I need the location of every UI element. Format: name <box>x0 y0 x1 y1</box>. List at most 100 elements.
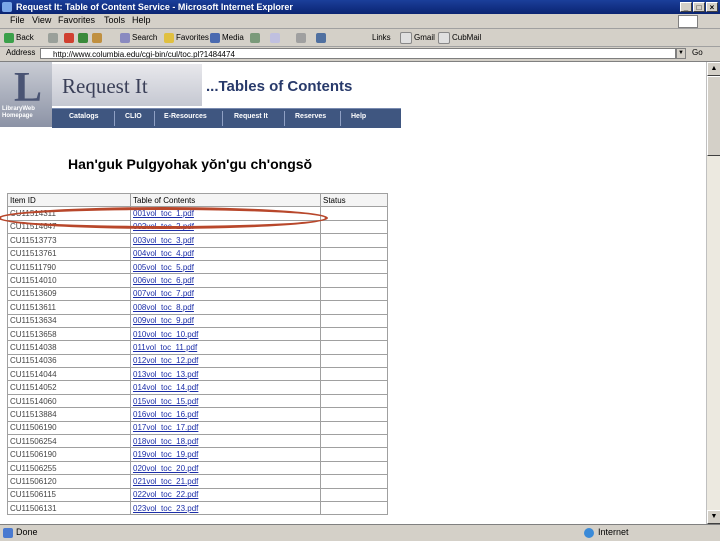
windows-flag-icon <box>678 15 698 28</box>
links-button[interactable]: Links <box>372 31 391 44</box>
toc-pdf-link[interactable]: 013vol_toc_13.pdf <box>133 370 198 379</box>
mail-button[interactable] <box>270 31 282 44</box>
toc-pdf-link[interactable]: 014vol_toc_14.pdf <box>133 383 198 392</box>
stop-button[interactable] <box>64 31 76 44</box>
scroll-thumb[interactable] <box>707 76 720 156</box>
toolbar: Back Search Favorites Media Links Gmail … <box>0 29 720 47</box>
table-row: CU11514311 001vol_toc_1.pdf <box>7 206 388 221</box>
nav-e-resources[interactable]: E-Resources <box>164 113 207 120</box>
item-id-cell: CU11506115 <box>7 487 131 502</box>
toc-pdf-link[interactable]: 015vol_toc_15.pdf <box>133 397 198 406</box>
nav-separator <box>284 111 285 126</box>
toc-pdf-link[interactable]: 020vol_toc_20.pdf <box>133 464 198 473</box>
toc-cell: 005vol_toc_5.pdf <box>130 259 321 275</box>
menu-tools[interactable]: Tools <box>104 15 125 25</box>
toc-pdf-link[interactable]: 023vol_toc_23.pdf <box>133 504 198 513</box>
toc-pdf-link[interactable]: 021vol_toc_21.pdf <box>133 477 198 486</box>
table-row: CU11506120 021vol_toc_21.pdf <box>7 474 388 489</box>
table-row: CU11513773 003vol_toc_3.pdf <box>7 233 388 248</box>
media-icon <box>210 32 220 43</box>
status-cell <box>320 500 388 516</box>
status-cell <box>320 353 388 369</box>
toc-cell: 002vol_toc_2.pdf <box>130 219 321 235</box>
status-cell <box>320 326 388 342</box>
table-row: CU11513761 004vol_toc_4.pdf <box>7 246 388 261</box>
table-row: CU11506255 020vol_toc_20.pdf <box>7 460 388 476</box>
toc-pdf-link[interactable]: 007vol_toc_7.pdf <box>133 289 194 298</box>
go-button[interactable]: Go <box>692 48 703 57</box>
toc-pdf-link[interactable]: 005vol_toc_5.pdf <box>133 263 194 272</box>
toc-pdf-link[interactable]: 017vol_toc_17.pdf <box>133 423 198 432</box>
toc-pdf-link[interactable]: 022vol_toc_22.pdf <box>133 490 198 499</box>
search-button[interactable]: Search <box>120 31 157 44</box>
favorites-button[interactable]: Favorites <box>164 31 209 44</box>
page-content: L LibraryWeb Homepage Request It ...Tabl… <box>0 62 706 524</box>
table-row: CU11511790 005vol_toc_5.pdf <box>7 259 388 275</box>
toc-pdf-link[interactable]: 011vol_toc_11.pdf <box>133 343 197 352</box>
toc-cell: 017vol_toc_17.pdf <box>130 420 321 436</box>
library-logo[interactable]: L LibraryWeb Homepage <box>0 62 52 127</box>
toc-pdf-link[interactable]: 004vol_toc_4.pdf <box>133 249 194 258</box>
scroll-up-button[interactable]: ▲ <box>707 62 720 76</box>
menu-help[interactable]: Help <box>132 15 151 25</box>
menu-favorites[interactable]: Favorites <box>58 15 95 25</box>
toc-pdf-link[interactable]: 019vol_toc_19.pdf <box>133 450 198 459</box>
toc-cell: 019vol_toc_19.pdf <box>130 447 321 462</box>
nav-separator <box>222 111 223 126</box>
menu-file[interactable]: File <box>10 15 25 25</box>
nav-help[interactable]: Help <box>351 113 366 120</box>
minimize-button[interactable]: _ <box>680 2 692 12</box>
refresh-button[interactable] <box>78 31 90 44</box>
status-cell <box>320 340 388 355</box>
close-button[interactable]: × <box>706 2 718 12</box>
nav-catalogs[interactable]: Catalogs <box>69 113 99 120</box>
print-button[interactable] <box>296 31 308 44</box>
toc-pdf-link[interactable]: 010vol_toc_10.pdf <box>133 330 198 339</box>
table-row: CU11506131 023vol_toc_23.pdf <box>7 500 388 516</box>
status-cell <box>320 206 388 221</box>
brand-box: Request It <box>52 64 202 106</box>
media-button[interactable]: Media <box>210 31 244 44</box>
toc-pdf-link[interactable]: 003vol_toc_3.pdf <box>133 236 194 245</box>
edit-button[interactable] <box>316 31 328 44</box>
item-id-cell: CU11513773 <box>7 233 131 248</box>
star-icon <box>164 32 174 43</box>
scroll-down-button[interactable]: ▼ <box>707 510 720 524</box>
toc-pdf-link[interactable]: 001vol_toc_1.pdf <box>133 209 194 218</box>
status-cell <box>320 313 388 328</box>
status-cell <box>320 367 388 382</box>
toc-pdf-link[interactable]: 009vol_toc_9.pdf <box>133 316 194 325</box>
history-button[interactable] <box>250 31 262 44</box>
item-id-cell: CU11514044 <box>7 367 131 382</box>
home-button[interactable] <box>92 31 104 44</box>
toc-cell: 001vol_toc_1.pdf <box>130 206 321 221</box>
address-dropdown-button[interactable]: ▼ <box>676 48 686 59</box>
status-cell <box>320 460 388 476</box>
toc-cell: 003vol_toc_3.pdf <box>130 233 321 248</box>
toc-pdf-link[interactable]: 006vol_toc_6.pdf <box>133 276 194 285</box>
section-title: ...Tables of Contents <box>206 78 353 95</box>
toc-cell: 006vol_toc_6.pdf <box>130 273 321 288</box>
toc-pdf-link[interactable]: 012vol_toc_12.pdf <box>133 356 198 365</box>
forward-button[interactable] <box>48 31 60 44</box>
status-cell <box>320 300 388 315</box>
nav-clio[interactable]: CLIO <box>125 113 142 120</box>
table-row: CU11506115 022vol_toc_22.pdf <box>7 487 388 502</box>
toc-cell: 020vol_toc_20.pdf <box>130 460 321 476</box>
maximize-button[interactable]: □ <box>693 2 705 12</box>
toc-pdf-link[interactable]: 002vol_toc_2.pdf <box>133 222 194 231</box>
address-bar: Address http://www.columbia.edu/cgi-bin/… <box>0 47 720 62</box>
nav-request-it[interactable]: Request It <box>234 113 268 120</box>
cubmail-link[interactable]: CubMail <box>438 31 481 44</box>
vertical-scrollbar[interactable]: ▲ ▼ <box>706 62 720 524</box>
gmail-link[interactable]: Gmail <box>400 31 435 44</box>
menu-view[interactable]: View <box>32 15 51 25</box>
toc-pdf-link[interactable]: 008vol_toc_8.pdf <box>133 303 194 312</box>
toc-pdf-link[interactable]: 018vol_toc_18.pdf <box>133 437 198 446</box>
toc-pdf-link[interactable]: 016vol_toc_16.pdf <box>133 410 198 419</box>
status-cell <box>320 380 388 395</box>
back-button[interactable]: Back <box>4 31 34 44</box>
status-cell <box>320 246 388 261</box>
address-input[interactable]: http://www.columbia.edu/cgi-bin/cul/toc.… <box>40 48 676 59</box>
nav-reserves[interactable]: Reserves <box>295 113 326 120</box>
